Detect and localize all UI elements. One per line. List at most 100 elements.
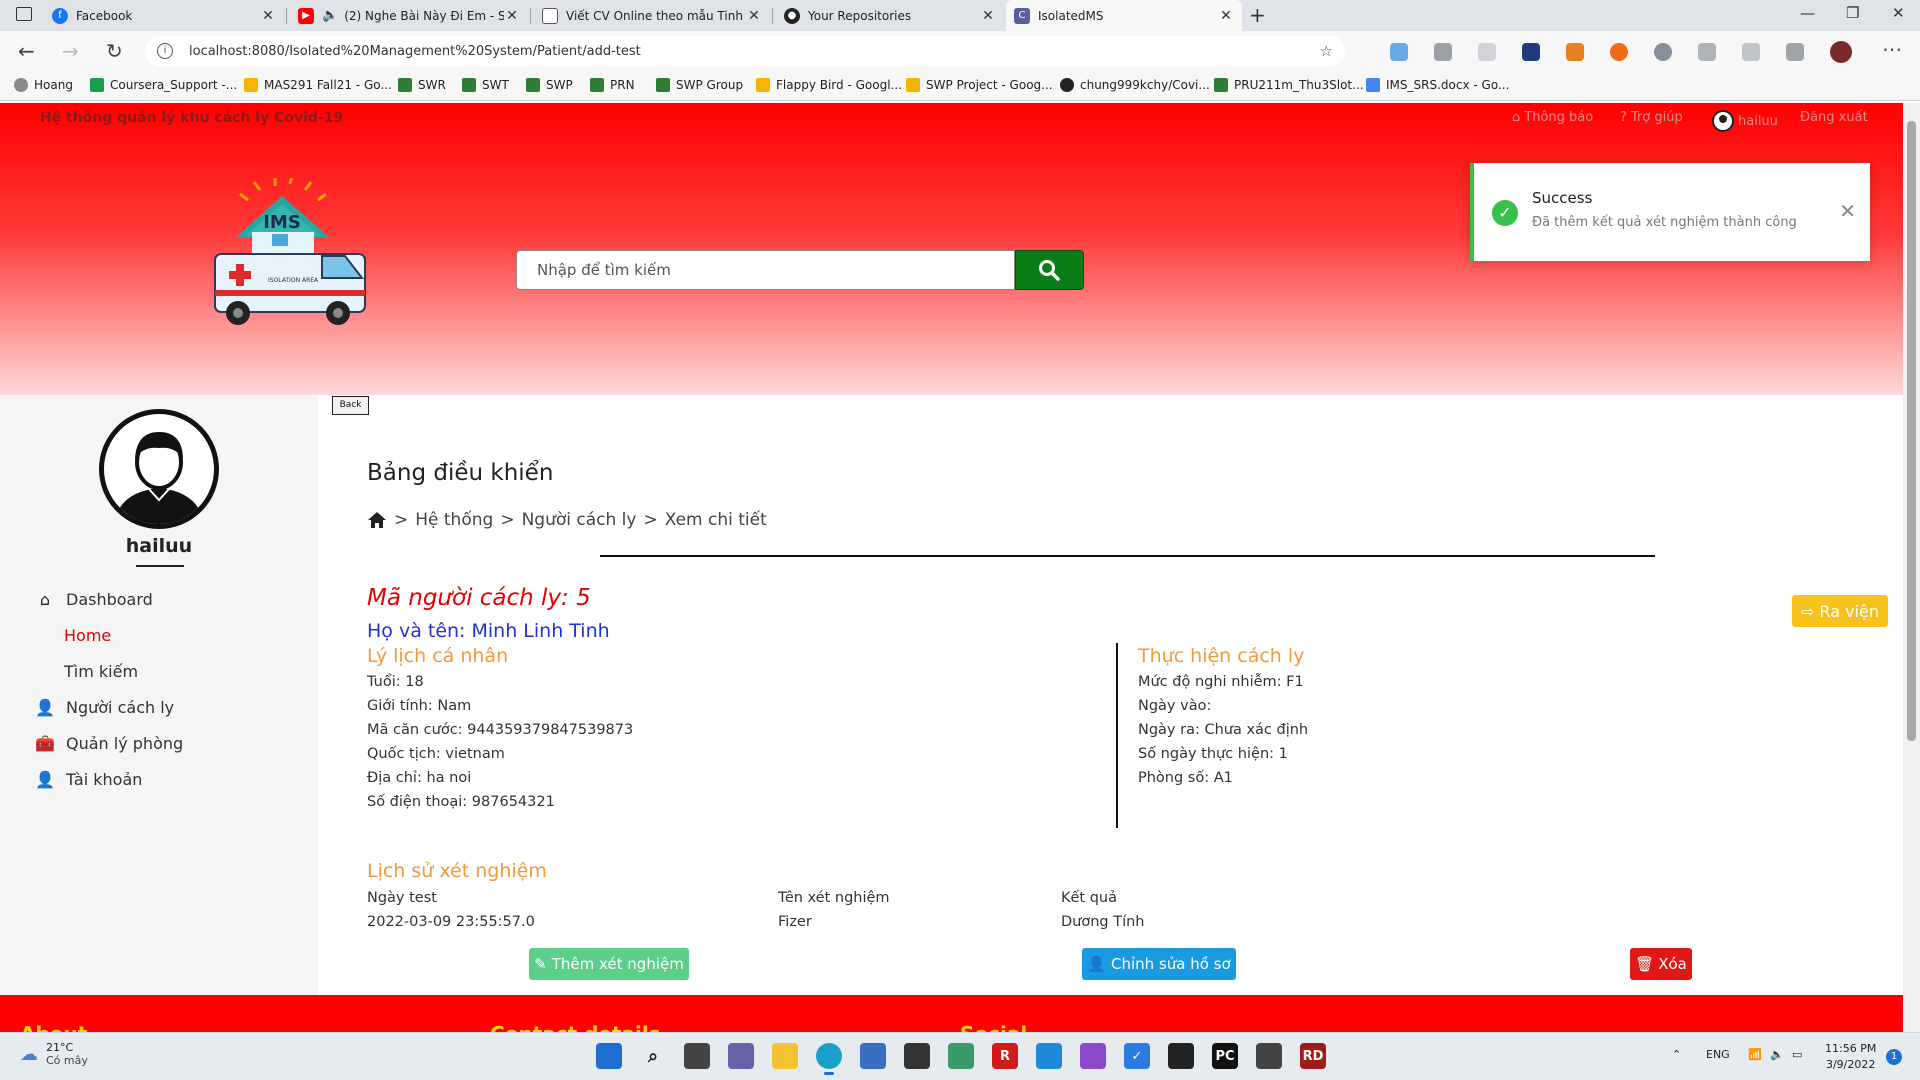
tab-cv[interactable]: Viết CV Online theo mẫu Tinh tế ✕: [534, 0, 770, 31]
close-icon[interactable]: ✕: [980, 8, 996, 24]
reload-icon[interactable]: ↻: [106, 39, 123, 63]
minimize-icon[interactable]: —: [1800, 4, 1815, 22]
start-icon[interactable]: [596, 1043, 622, 1069]
footer-heading-contact: Contact details: [490, 1022, 661, 1032]
tab-github[interactable]: ● Your Repositories ✕: [776, 0, 1004, 31]
address-bar[interactable]: i localhost:8080/Isolated%20Management%2…: [145, 36, 1345, 66]
add-test-button[interactable]: ✎ Thêm xét nghiệm: [529, 948, 689, 980]
forward-arrow-icon[interactable]: →: [62, 39, 79, 63]
logout-link[interactable]: Đăng xuất: [1800, 110, 1868, 125]
sidebar-item-rooms[interactable]: 🧰 Quản lý phòng: [34, 734, 183, 753]
bookmark-item[interactable]: SWR: [398, 78, 446, 92]
notification-link[interactable]: ⌂ Thông báo: [1512, 110, 1593, 125]
vscode-icon[interactable]: [1036, 1043, 1062, 1069]
personal-info-line: Mã căn cước: 944359379847539873: [367, 722, 634, 738]
system-title: Hệ thống quản lý khu cách ly Covid-19: [40, 110, 344, 126]
more-icon[interactable]: ⋯: [1882, 37, 1902, 61]
bookmark-item[interactable]: PRU211m_Thu3Slot...: [1214, 78, 1364, 92]
window-close-icon[interactable]: ✕: [1892, 4, 1905, 22]
volume-icon[interactable]: 🔈: [1770, 1048, 1784, 1061]
pycharm-icon[interactable]: PC: [1212, 1043, 1238, 1069]
bookmark-item[interactable]: SWP Project - Goog...: [906, 78, 1053, 92]
bookmark-item[interactable]: chung999kchy/Covi...: [1060, 78, 1210, 92]
bookmark-item[interactable]: MAS291 Fall21 - Go...: [244, 78, 392, 92]
bookmark-item[interactable]: PRN: [590, 78, 635, 92]
snipping-icon[interactable]: [948, 1043, 974, 1069]
scrollbar-thumb[interactable]: [1907, 121, 1916, 741]
restore-icon[interactable]: ❐: [1846, 4, 1859, 22]
task-view-icon[interactable]: [684, 1043, 710, 1069]
help-link[interactable]: ? Trợ giúp: [1620, 110, 1683, 125]
extension-j-icon[interactable]: [1522, 43, 1540, 61]
security-icon[interactable]: [860, 1043, 886, 1069]
url-text[interactable]: localhost:8080/Isolated%20Management%20S…: [189, 44, 641, 59]
rider-icon[interactable]: R: [992, 1043, 1018, 1069]
unity-icon[interactable]: [904, 1043, 930, 1069]
search-icon[interactable]: ⌕: [640, 1043, 666, 1069]
bookmark-item[interactable]: Hoang: [14, 78, 73, 92]
system-clock[interactable]: 11:56 PM 3/9/2022: [1825, 1041, 1876, 1073]
wifi-icon[interactable]: 📶: [1748, 1048, 1762, 1061]
delete-button[interactable]: 🗑 Xóa: [1630, 948, 1692, 980]
bookmark-item[interactable]: SWP: [526, 78, 573, 92]
sidebar-item-patients[interactable]: 👤 Người cách ly: [34, 698, 174, 717]
teams-chat-icon[interactable]: [728, 1043, 754, 1069]
breadcrumb-item[interactable]: Người cách ly: [522, 510, 637, 530]
extension-bird-icon[interactable]: [1390, 43, 1408, 61]
unity-hub-icon[interactable]: [1256, 1043, 1282, 1069]
sidebar-item-home[interactable]: Home: [64, 626, 111, 645]
sidebar-item-account[interactable]: 👤 Tài khoản: [34, 770, 142, 789]
close-icon[interactable]: ✕: [260, 8, 276, 24]
extension-puzzle-icon[interactable]: [1434, 43, 1452, 61]
speaker-icon[interactable]: 🔈: [322, 8, 338, 23]
tab-actions-icon[interactable]: [16, 7, 32, 21]
weather-widget[interactable]: ☁ 21°C Có mây: [20, 1041, 88, 1067]
bookmark-item[interactable]: IMS_SRS.docx - Go...: [1366, 78, 1509, 92]
close-icon[interactable]: ✕: [1218, 8, 1234, 24]
chevron-up-icon[interactable]: ⌃: [1672, 1048, 1681, 1061]
release-button[interactable]: ⇨ Ra viện: [1792, 595, 1888, 627]
new-tab-icon[interactable]: +: [1249, 3, 1266, 27]
todo-icon[interactable]: ✓: [1124, 1043, 1150, 1069]
back-arrow-icon[interactable]: ←: [18, 39, 35, 63]
add-favorite-icon[interactable]: ☆: [1320, 42, 1333, 60]
close-icon[interactable]: ✕: [1839, 199, 1856, 223]
search-button[interactable]: [1014, 250, 1084, 290]
page-scrollbar[interactable]: [1903, 103, 1920, 1032]
edge-icon[interactable]: [816, 1043, 842, 1075]
edit-profile-button[interactable]: 👤 Chỉnh sửa hồ sơ: [1082, 948, 1236, 980]
isolation-info-heading: Thực hiện cách ly: [1138, 645, 1305, 667]
user-link[interactable]: hailuu: [1712, 110, 1778, 132]
tab-youtube[interactable]: ▶ 🔈 (2) Nghe Bài Này Đi Em - Sp ✕: [290, 0, 528, 31]
visual-studio-icon[interactable]: [1080, 1043, 1106, 1069]
sidebar-item-dashboard[interactable]: ⌂ Dashboard: [34, 590, 153, 609]
tab-facebook[interactable]: f Facebook ✕: [44, 0, 284, 31]
language-indicator[interactable]: ENG: [1706, 1048, 1730, 1061]
bookmark-item[interactable]: Coursera_Support -...: [90, 78, 237, 92]
bookmark-item[interactable]: Flappy Bird - Googl...: [756, 78, 902, 92]
extension-c-icon[interactable]: [1610, 43, 1628, 61]
close-icon[interactable]: ✕: [504, 8, 520, 24]
file-explorer-icon[interactable]: [772, 1043, 798, 1069]
downloads-icon[interactable]: [1786, 43, 1804, 61]
sticky-notes-icon[interactable]: [1168, 1043, 1194, 1069]
extension-grey-icon[interactable]: [1478, 43, 1496, 61]
extensions-icon[interactable]: [1698, 43, 1716, 61]
info-icon[interactable]: i: [157, 43, 173, 59]
breadcrumb-item[interactable]: Hệ thống: [415, 510, 493, 530]
username-label: hailuu: [1738, 113, 1778, 129]
battery-icon[interactable]: ▭: [1792, 1048, 1802, 1061]
close-icon[interactable]: ✕: [746, 8, 762, 24]
favorites-icon[interactable]: [1742, 43, 1760, 61]
search-input[interactable]: [516, 250, 1015, 290]
sidebar-item-search[interactable]: Tìm kiếm: [64, 662, 138, 681]
tab-isolatedms[interactable]: C IsolatedMS ✕: [1006, 0, 1242, 31]
bookmark-item[interactable]: SWP Group: [656, 78, 743, 92]
bookmark-item[interactable]: SWT: [462, 78, 509, 92]
extension-fox-icon[interactable]: [1566, 43, 1584, 61]
notification-badge[interactable]: 1: [1886, 1049, 1902, 1065]
home-icon[interactable]: [367, 511, 387, 529]
extension-circle-icon[interactable]: [1654, 43, 1672, 61]
profile-avatar[interactable]: [1830, 41, 1852, 63]
rider-debug-icon[interactable]: RD: [1300, 1043, 1326, 1069]
